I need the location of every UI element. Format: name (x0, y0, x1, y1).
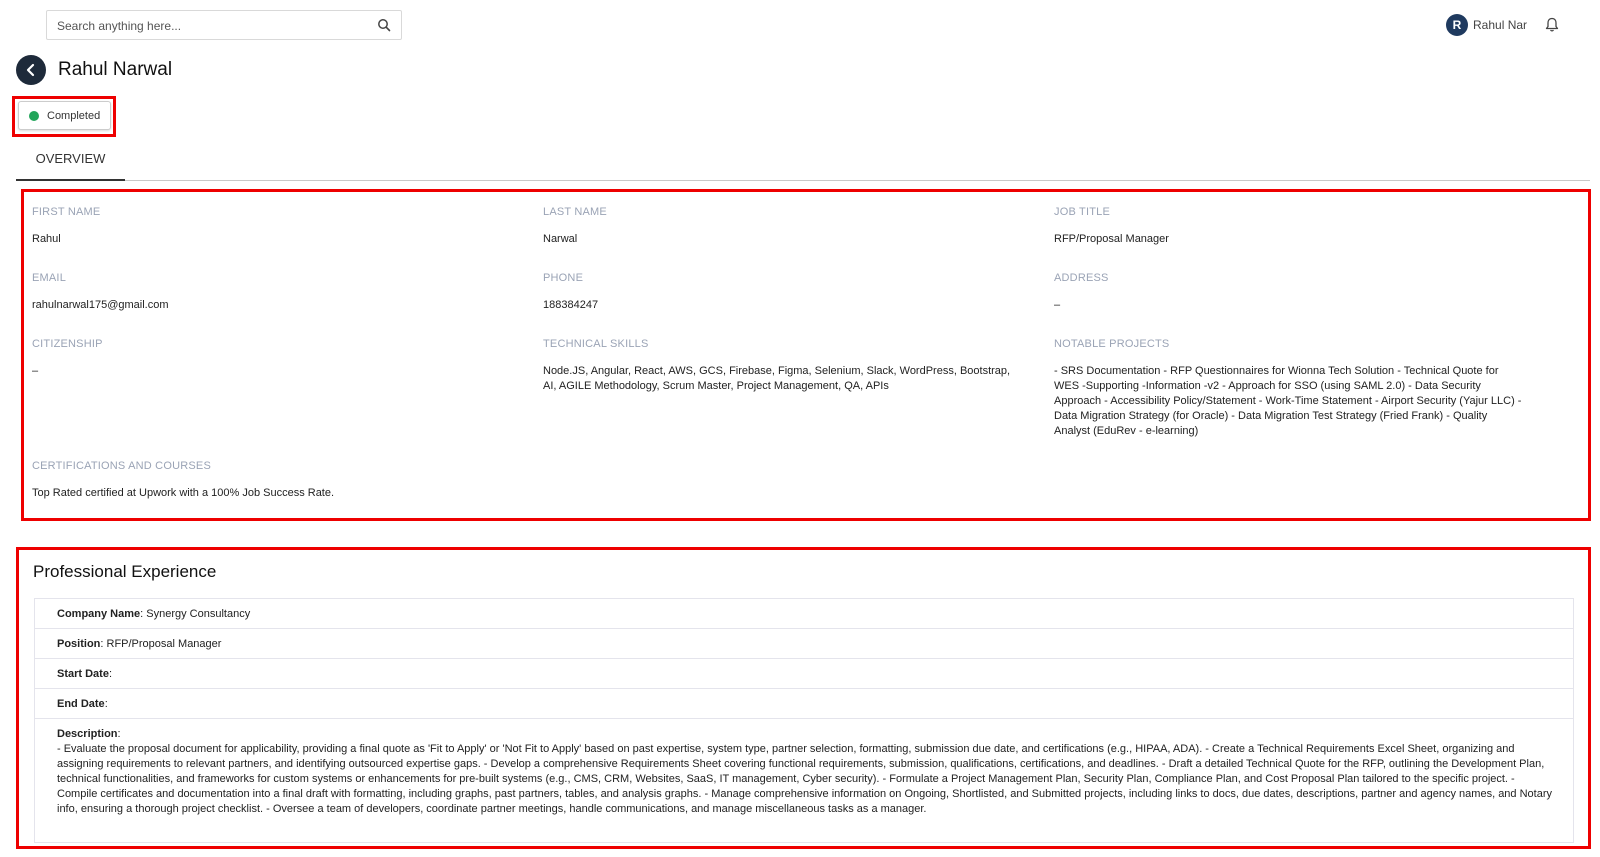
field-label: EMAIL (32, 272, 67, 284)
user-menu[interactable]: R Rahul Nar (1446, 14, 1527, 36)
field-label: CITIZENSHIP (32, 338, 103, 350)
field-first-name: FIRST NAME Rahul (32, 206, 512, 247)
page-title: Rahul Narwal (58, 59, 173, 80)
row-label: Description (57, 728, 118, 740)
field-value: rahulnarwal175@gmail.com (32, 299, 169, 311)
field-label: JOB TITLE (1054, 206, 1110, 218)
field-value: – (32, 365, 39, 377)
field-phone: PHONE 188384247 (543, 272, 1023, 313)
row-value: : Synergy Consultancy (140, 608, 251, 620)
experience-row-end-date: End Date: (35, 689, 1573, 719)
field-label: PHONE (543, 272, 584, 284)
search-icon[interactable] (377, 18, 391, 32)
field-label: CERTIFICATIONS AND COURSES (32, 460, 211, 472)
row-value: : (104, 698, 108, 710)
bell-icon[interactable] (1545, 17, 1559, 33)
field-value: Top Rated certified at Upwork with a 100… (32, 487, 335, 499)
tab-bar: OVERVIEW (16, 148, 1590, 181)
field-address: ADDRESS – (1054, 272, 1534, 313)
status-label: Completed (47, 109, 101, 122)
experience-row-company: Company Name: Synergy Consultancy (35, 599, 1573, 629)
row-label: End Date (57, 698, 105, 710)
tab-overview[interactable]: OVERVIEW (16, 148, 125, 181)
search-box[interactable] (46, 10, 402, 41)
chevron-left-icon (26, 63, 35, 77)
row-label: Start Date (57, 668, 109, 680)
professional-experience-section: Professional Experience Company Name: Sy… (16, 547, 1591, 849)
field-value: Node.JS, Angular, React, AWS, GCS, Fireb… (543, 365, 1011, 392)
experience-row-position: Position: RFP/Proposal Manager (35, 629, 1573, 659)
experience-row-start-date: Start Date: (35, 659, 1573, 689)
field-label: NOTABLE PROJECTS (1054, 338, 1170, 350)
field-last-name: LAST NAME Narwal (543, 206, 1023, 247)
page-header: Rahul Narwal (16, 55, 172, 85)
top-bar: R Rahul Nar (0, 0, 1600, 50)
experience-card: Company Name: Synergy Consultancy Positi… (34, 598, 1574, 843)
status-dot (29, 110, 39, 121)
field-email: EMAIL rahulnarwal175@gmail.com (32, 272, 512, 313)
field-value: – (1054, 299, 1061, 311)
avatar[interactable]: R (1446, 14, 1468, 36)
back-button[interactable] (16, 55, 46, 85)
row-value: : (117, 728, 121, 740)
field-job-title: JOB TITLE RFP/Proposal Manager (1054, 206, 1534, 247)
field-notable-projects: NOTABLE PROJECTS - SRS Documentation - R… (1054, 338, 1524, 439)
field-citizenship: CITIZENSHIP – (32, 338, 512, 379)
row-label: Company Name (57, 608, 141, 620)
field-value: RFP/Proposal Manager (1054, 233, 1169, 245)
user-name[interactable]: Rahul Nar (1473, 18, 1527, 32)
row-value: : RFP/Proposal Manager (100, 638, 222, 650)
description-text: - Evaluate the proposal document for app… (57, 743, 1552, 815)
field-certifications: CERTIFICATIONS AND COURSES Top Rated cer… (32, 460, 932, 501)
row-value: : (108, 668, 113, 680)
status-badge[interactable]: Completed (18, 101, 111, 130)
field-value: Rahul (32, 233, 61, 245)
field-value: Narwal (543, 233, 578, 245)
field-label: FIRST NAME (32, 206, 101, 218)
experience-row-description: Description: - Evaluate the proposal doc… (35, 719, 1573, 841)
field-label: LAST NAME (543, 206, 607, 218)
field-label: TECHNICAL SKILLS (543, 338, 649, 350)
field-label: ADDRESS (1054, 272, 1109, 284)
field-value: 188384247 (543, 299, 599, 311)
field-technical-skills: TECHNICAL SKILLS Node.JS, Angular, React… (543, 338, 1013, 394)
field-value: - SRS Documentation - RFP Questionnaires… (1054, 365, 1522, 437)
row-label: Position (57, 638, 101, 650)
section-title: Professional Experience (33, 562, 217, 581)
overview-section: FIRST NAME Rahul LAST NAME Narwal JOB TI… (21, 189, 1591, 521)
search-input[interactable] (55, 11, 369, 41)
